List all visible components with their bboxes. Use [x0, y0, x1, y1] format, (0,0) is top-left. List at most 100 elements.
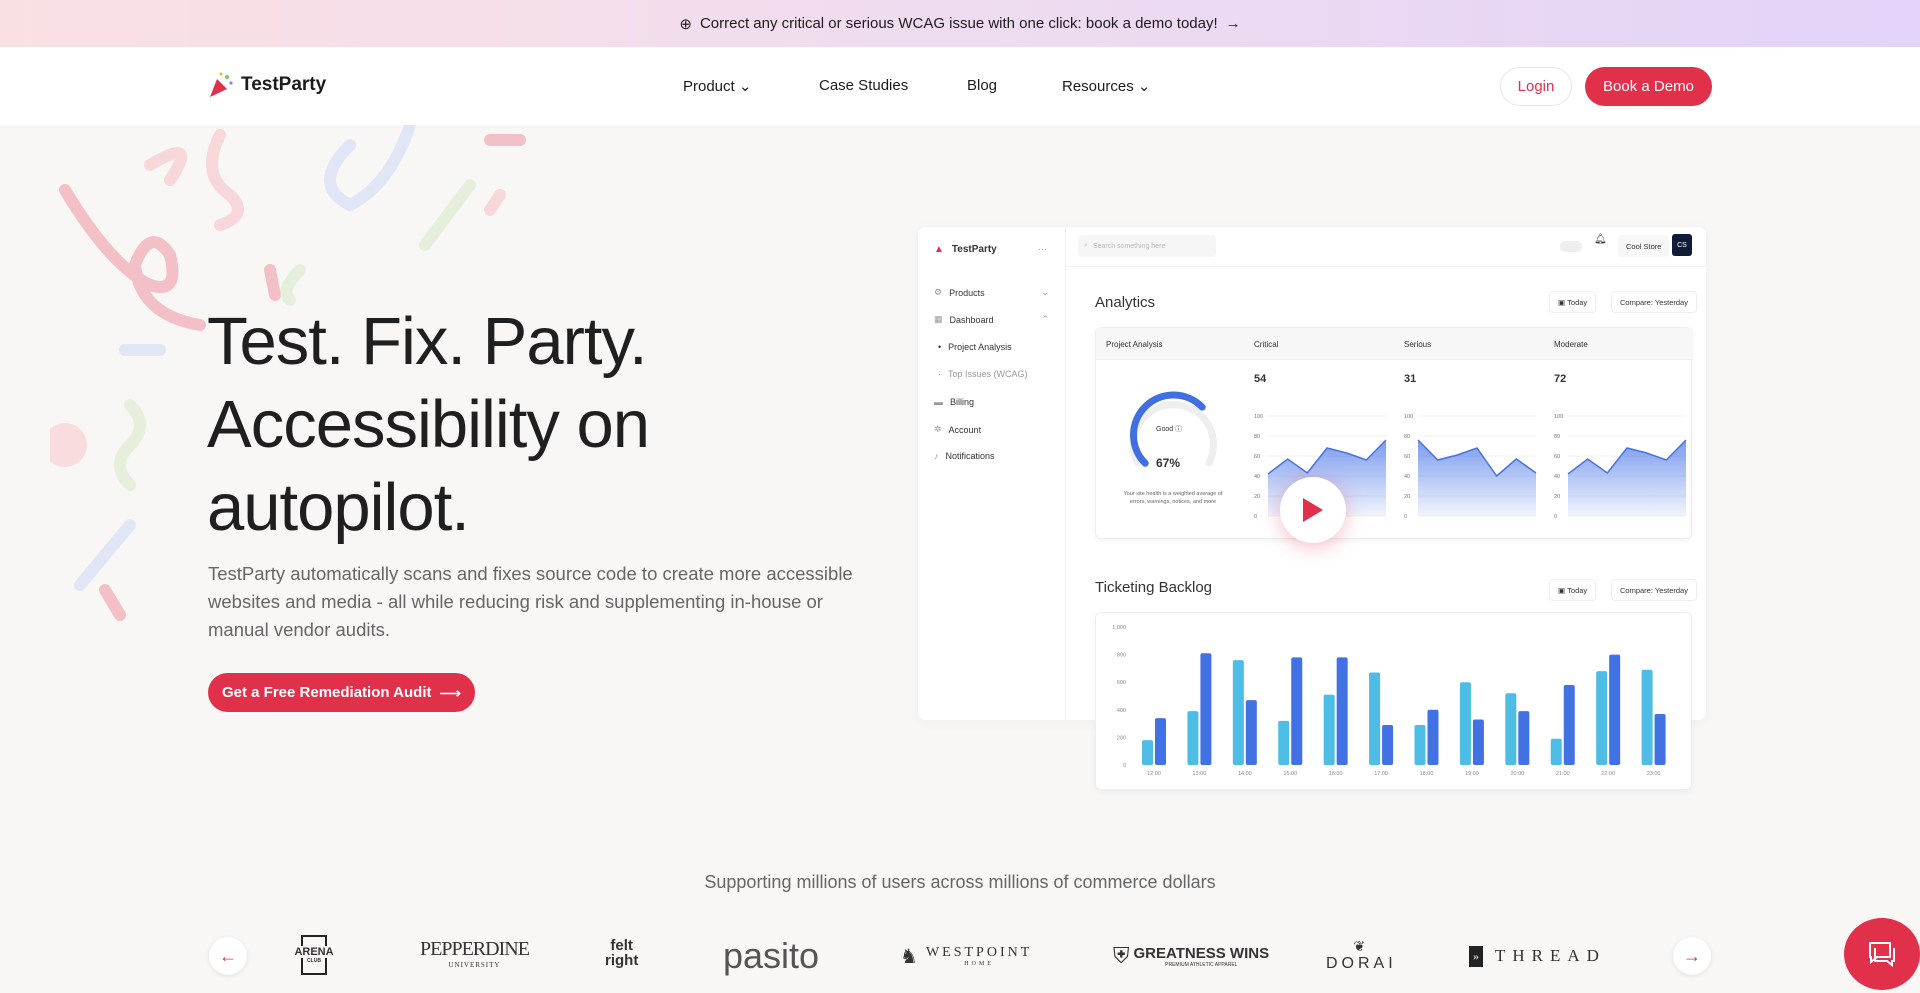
nav-resources[interactable]: Resources ⌄: [1062, 77, 1150, 95]
more-icon[interactable]: ···: [1038, 244, 1047, 254]
y-tick: 200: [1117, 735, 1126, 741]
bar-today: [1550, 738, 1562, 765]
sidebar-item-billing[interactable]: ▬ Billing: [934, 397, 974, 407]
bell-icon[interactable]: 🔔︎: [1594, 234, 1607, 245]
x-tick: 13:00: [1193, 771, 1207, 777]
column-header: Moderate: [1554, 340, 1588, 349]
x-tick: 23:00: [1647, 771, 1661, 777]
bar-today: [1641, 669, 1653, 765]
theme-toggle[interactable]: [1560, 241, 1582, 252]
y-tick: 0: [1404, 514, 1407, 520]
bar-today: [1596, 671, 1608, 765]
brand-logo[interactable]: TestParty: [207, 71, 326, 99]
carousel-next-button[interactable]: →: [1673, 937, 1711, 975]
party-popper-icon: [210, 72, 233, 97]
brand-name: TestParty: [241, 74, 327, 95]
x-tick: 14:00: [1238, 771, 1252, 777]
free-audit-button[interactable]: Get a Free Remediation Audit ⟶: [208, 673, 475, 712]
bar-today: [1414, 724, 1426, 765]
clients-heading: Supporting millions of users across mill…: [704, 872, 1216, 892]
y-tick: 20: [1404, 494, 1410, 500]
store-selector[interactable]: Cool Store: [1618, 235, 1670, 257]
avatar[interactable]: CS: [1672, 234, 1692, 256]
bar-yesterday: [1245, 700, 1257, 765]
bar-today: [1142, 740, 1153, 765]
sidebar-item-project-analysis[interactable]: • Project Analysis: [938, 342, 1012, 352]
dashboard-sidebar: ▲ TestParty ··· ⚙ Products ⌄ ▦ Dashboard ⌃ • P…: [918, 227, 1066, 720]
logo-thread: » THREAD: [1469, 938, 1606, 974]
area-chart: 100 80 60 40 20 0: [1404, 414, 1537, 520]
bar-yesterday: [1200, 653, 1212, 765]
logo-arena-club: ARENA CLUB: [294, 935, 334, 975]
y-tick: 1,000: [1112, 625, 1126, 631]
dash-brand: ▲ TestParty: [934, 244, 997, 255]
x-tick: 20:00: [1510, 771, 1524, 777]
sidebar-item-top-issues[interactable]: · Top Issues (WCAG): [938, 369, 1028, 379]
y-tick: 20: [1554, 494, 1560, 500]
bar-yesterday: [1336, 657, 1348, 765]
x-tick: 18:00: [1420, 771, 1434, 777]
dash-search-input[interactable]: ⌕ Search something here: [1078, 235, 1216, 257]
column-header: Project Analysis: [1106, 340, 1163, 349]
sidebar-item-account[interactable]: ✲ Account: [934, 424, 981, 435]
gauge-label: Good ⓘ: [1156, 426, 1183, 433]
bar-today: [1187, 711, 1199, 765]
bar-yesterday: [1155, 718, 1166, 765]
login-button[interactable]: Login: [1500, 67, 1572, 106]
logo-pasito: pasito: [723, 935, 820, 976]
x-tick: 15:00: [1283, 771, 1297, 777]
area-fill: [1568, 440, 1686, 516]
promo-banner[interactable]: ⊕ Correct any critical or serious WCAG i…: [0, 0, 1920, 47]
y-tick: 60: [1554, 454, 1560, 460]
book-demo-button[interactable]: Book a Demo: [1585, 67, 1712, 106]
y-tick: 400: [1117, 708, 1126, 714]
y-tick: 100: [1404, 414, 1413, 420]
headline-line: Test. Fix. Party.: [207, 304, 648, 379]
backlog-compare-button[interactable]: Compare: Yesterday: [1611, 579, 1697, 601]
backlog-today-button[interactable]: ▣ Today: [1549, 579, 1597, 601]
chat-button[interactable]: [1844, 918, 1920, 990]
gauge-value: 67%: [1156, 456, 1181, 470]
headline-line: Accessibility on: [207, 387, 650, 462]
y-tick: 80: [1404, 434, 1410, 440]
bar-today: [1323, 694, 1335, 765]
bar-yesterday: [1654, 713, 1666, 765]
chat-icon: [1869, 942, 1895, 968]
column-header: Serious: [1404, 340, 1432, 349]
bar-yesterday: [1609, 654, 1621, 765]
nav-blog[interactable]: Blog: [967, 77, 997, 94]
x-tick: 22:00: [1601, 771, 1615, 777]
area-chart: 100 80 60 40 20 0: [1554, 414, 1687, 520]
logo-pepperdine: PEPPERDINE UNIVERSITY: [420, 938, 530, 969]
backlog-title: Ticketing Backlog: [1095, 579, 1212, 596]
promo-text: Correct any critical or serious WCAG iss…: [699, 15, 1218, 32]
bar-yesterday: [1427, 709, 1439, 765]
ticketing-backlog-chart: 1,000 800 600 400 200 0 12:00 13:00 14:00 15:00 16…: [1095, 612, 1692, 790]
nav-product[interactable]: Product ⌄: [683, 77, 751, 95]
y-tick: 60: [1254, 454, 1260, 460]
search-icon: ⌕: [1084, 242, 1088, 249]
bar-yesterday: [1472, 719, 1484, 765]
play-video-button[interactable]: [1280, 477, 1346, 543]
compare-button[interactable]: Compare: Yesterday: [1611, 291, 1697, 313]
logo-dorai: ❦ DORAI: [1326, 938, 1397, 972]
analytics-title: Analytics: [1095, 294, 1156, 311]
sidebar-item-dashboard[interactable]: ▦ Dashboard ⌃: [934, 314, 1049, 325]
nav-case-studies[interactable]: Case Studies: [819, 77, 908, 94]
y-tick: 80: [1254, 434, 1260, 440]
metric-value: 31: [1404, 373, 1417, 385]
logo-westpoint: ♞ WESTPOINT HOME: [900, 945, 1033, 968]
x-tick: 12:00: [1147, 771, 1161, 777]
column-header: Critical: [1254, 340, 1279, 349]
bar-yesterday: [1563, 684, 1575, 765]
y-tick: 600: [1117, 680, 1126, 686]
carousel-prev-button[interactable]: ←: [209, 937, 247, 975]
sidebar-item-notifications[interactable]: ♪ Notifications: [934, 451, 995, 461]
y-tick: 100: [1254, 414, 1263, 420]
y-tick: 0: [1123, 763, 1126, 769]
today-button[interactable]: ▣ Today: [1549, 291, 1597, 313]
y-tick: 40: [1554, 474, 1560, 480]
play-icon: [1303, 498, 1323, 522]
sidebar-item-products[interactable]: ⚙ Products ⌄: [934, 287, 1049, 298]
target-icon: ⊕: [679, 15, 692, 33]
